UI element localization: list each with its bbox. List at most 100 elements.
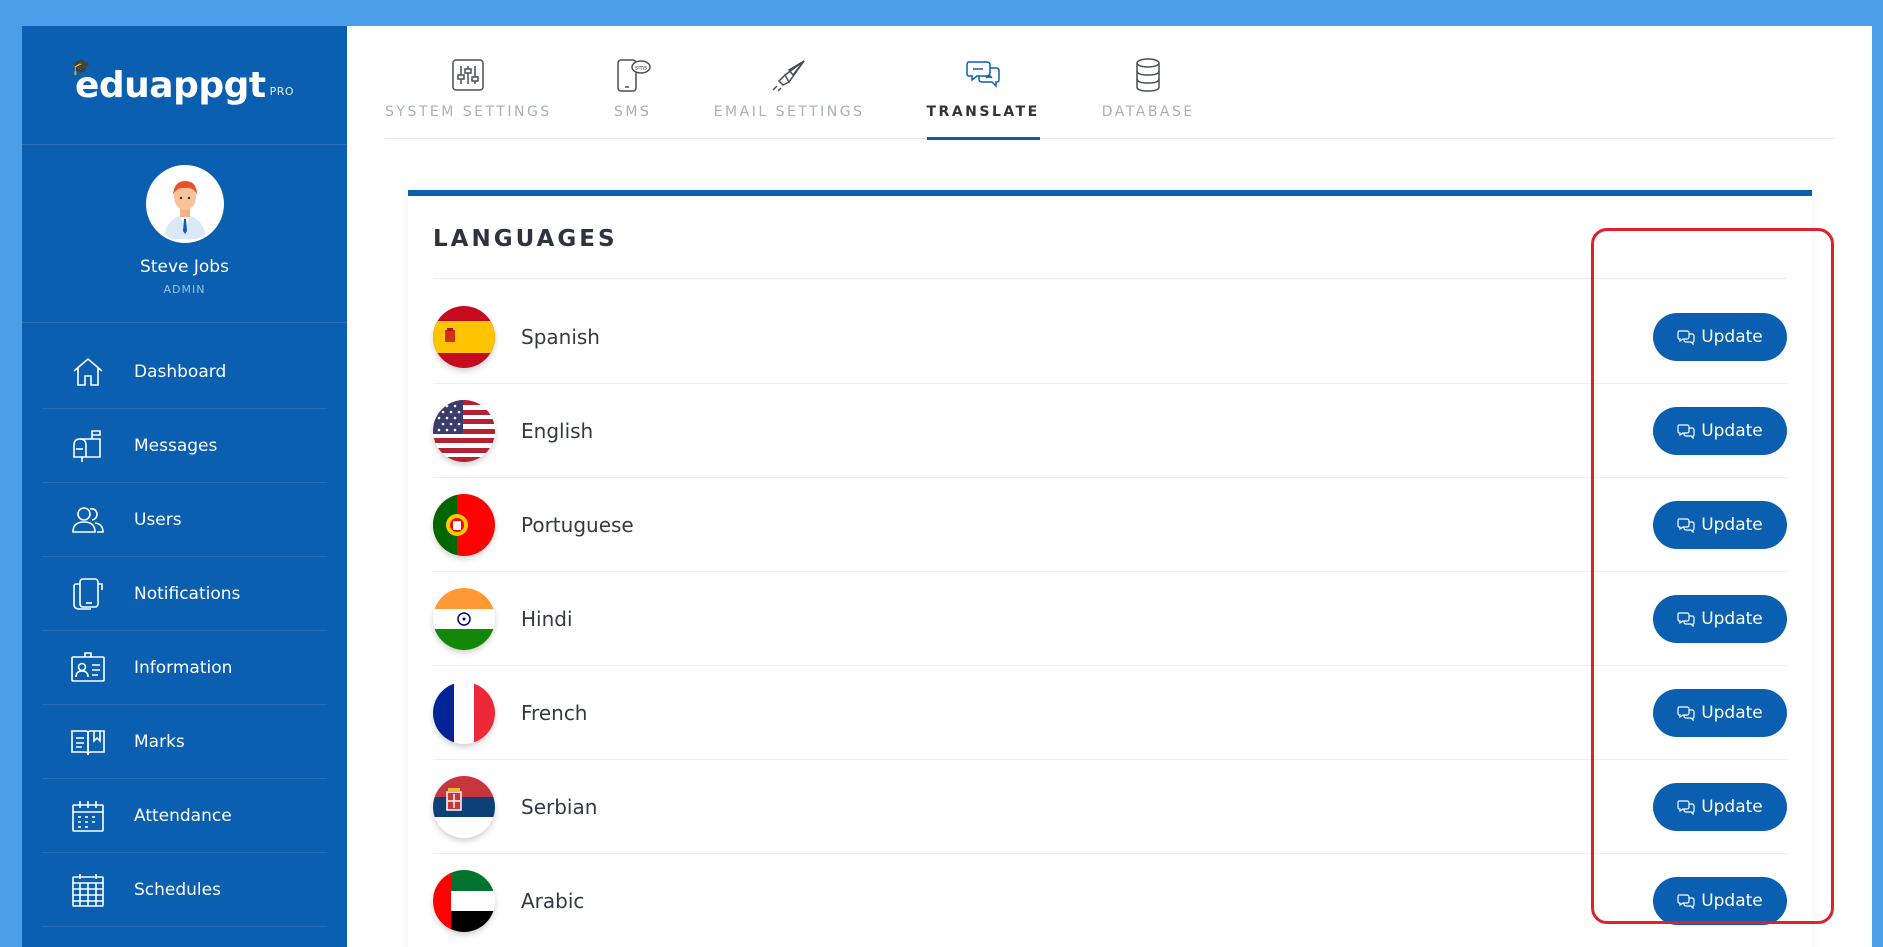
settings-tabs: SYSTEM SETTINGS sms SMS EMAIL SETTINGS T… xyxy=(385,26,1835,140)
database-icon xyxy=(1129,56,1167,94)
language-name: Serbian xyxy=(521,794,598,819)
book-icon xyxy=(70,724,106,760)
card-title: LANGUAGES xyxy=(433,226,618,252)
notifications-icon xyxy=(70,576,106,612)
sidebar: 🎓 eduappgt PRO Steve Jobs ADMIN Dashboar… xyxy=(22,26,347,947)
update-button-label: Update xyxy=(1701,514,1763,535)
users-icon xyxy=(70,502,106,538)
sidebar-item-label: Notifications xyxy=(134,583,241,604)
sliders-icon xyxy=(449,56,487,94)
language-row-serbian: Serbian Update xyxy=(433,760,1787,854)
sidebar-item-label: Marks xyxy=(134,731,185,752)
profile-role: ADMIN xyxy=(163,283,206,296)
update-button-portuguese[interactable]: Update xyxy=(1653,500,1787,549)
sidebar-item-information[interactable]: Information xyxy=(42,631,327,705)
serbia-flag-icon xyxy=(433,775,495,838)
update-button-arabic[interactable]: Update xyxy=(1653,876,1787,925)
translate-icon xyxy=(1677,610,1697,628)
update-button-label: Update xyxy=(1701,702,1763,723)
usa-flag-icon xyxy=(433,399,495,462)
portugal-flag-icon xyxy=(433,493,495,556)
spain-flag-icon xyxy=(433,305,495,368)
chat-bubbles-icon xyxy=(964,56,1002,94)
logo[interactable]: 🎓 eduappgt PRO xyxy=(70,56,295,106)
main-content: SYSTEM SETTINGS sms SMS EMAIL SETTINGS T… xyxy=(347,26,1872,947)
language-name: Hindi xyxy=(521,606,573,631)
update-button-french[interactable]: Update xyxy=(1653,688,1787,737)
sidebar-item-marks[interactable]: Marks xyxy=(42,705,327,779)
language-row-spanish: Spanish Update xyxy=(433,290,1787,384)
update-button-english[interactable]: Update xyxy=(1653,406,1787,455)
schedule-grid-icon xyxy=(70,872,106,908)
tab-label: TRANSLATE xyxy=(926,104,1040,120)
language-row-hindi: Hindi Update xyxy=(433,572,1787,666)
languages-card: LANGUAGES Spanish Update English Update … xyxy=(408,190,1812,947)
profile-panel: Steve Jobs ADMIN xyxy=(22,145,347,323)
language-list: Spanish Update English Update Portuguese… xyxy=(433,290,1787,947)
translate-icon xyxy=(1677,422,1697,440)
india-flag-icon xyxy=(433,587,495,650)
tab-label: SYSTEM SETTINGS xyxy=(385,104,552,120)
sidebar-item-schedules[interactable]: Schedules xyxy=(42,853,327,927)
sidebar-nav: Dashboard Messages Users Notifications I… xyxy=(22,335,347,927)
translate-icon xyxy=(1677,516,1697,534)
uae-flag-icon xyxy=(433,869,495,932)
language-row-french: French Update xyxy=(433,666,1787,760)
calendar-icon xyxy=(70,798,106,834)
update-button-spanish[interactable]: Update xyxy=(1653,312,1787,361)
language-name: Arabic xyxy=(521,888,585,913)
language-name: French xyxy=(521,700,588,725)
sms-phone-icon: sms xyxy=(614,56,652,94)
id-card-icon xyxy=(70,650,106,686)
home-icon xyxy=(70,354,106,390)
tab-email-settings[interactable]: EMAIL SETTINGS xyxy=(714,26,865,139)
france-flag-icon xyxy=(433,681,495,744)
tab-label: EMAIL SETTINGS xyxy=(713,104,865,120)
sidebar-item-dashboard[interactable]: Dashboard xyxy=(42,335,327,409)
language-row-english: English Update xyxy=(433,384,1787,478)
sidebar-item-attendance[interactable]: Attendance xyxy=(42,779,327,853)
avatar-person-icon xyxy=(149,169,220,239)
update-button-label: Update xyxy=(1701,608,1763,629)
sidebar-item-label: Information xyxy=(134,657,233,678)
update-button-hindi[interactable]: Update xyxy=(1653,594,1787,643)
sidebar-item-label: Schedules xyxy=(134,879,221,900)
app-window: 🎓 eduappgt PRO Steve Jobs ADMIN Dashboar… xyxy=(22,26,1872,947)
update-button-label: Update xyxy=(1701,326,1763,347)
tab-database[interactable]: DATABASE xyxy=(1102,26,1195,139)
sidebar-item-messages[interactable]: Messages xyxy=(42,409,327,483)
language-row-portuguese: Portuguese Update xyxy=(433,478,1787,572)
language-name: Portuguese xyxy=(521,512,634,537)
tab-label: SMS xyxy=(614,104,652,120)
tab-label: DATABASE xyxy=(1101,104,1195,120)
send-icon xyxy=(770,56,808,94)
sidebar-item-users[interactable]: Users xyxy=(42,483,327,557)
divider xyxy=(433,278,1787,279)
profile-name: Steve Jobs xyxy=(140,257,229,277)
logo-text: 🎓 eduappgt xyxy=(70,56,266,106)
sidebar-item-notifications[interactable]: Notifications xyxy=(42,557,327,631)
graduation-cap-icon: 🎓 xyxy=(70,56,91,76)
tab-translate[interactable]: TRANSLATE xyxy=(926,26,1041,140)
translate-icon xyxy=(1677,704,1697,722)
logo-suffix: PRO xyxy=(269,84,295,98)
tab-system-settings[interactable]: SYSTEM SETTINGS xyxy=(385,26,552,139)
translate-icon xyxy=(1677,892,1697,910)
avatar[interactable] xyxy=(145,165,224,243)
sidebar-item-label: Dashboard xyxy=(134,361,227,382)
update-button-label: Update xyxy=(1701,890,1763,911)
tab-sms[interactable]: sms SMS xyxy=(614,26,652,139)
language-name: Spanish xyxy=(521,324,600,349)
mailbox-icon xyxy=(70,428,106,464)
update-button-label: Update xyxy=(1701,796,1763,817)
translate-icon xyxy=(1677,328,1697,346)
language-name: English xyxy=(521,418,594,443)
logo-area: 🎓 eduappgt PRO xyxy=(22,26,347,145)
sidebar-item-label: Users xyxy=(134,509,182,530)
translate-icon xyxy=(1677,798,1697,816)
svg-text:sms: sms xyxy=(635,65,647,72)
update-button-serbian[interactable]: Update xyxy=(1653,782,1787,831)
update-button-label: Update xyxy=(1701,420,1763,441)
sidebar-item-label: Attendance xyxy=(134,805,232,826)
language-row-arabic: Arabic Update xyxy=(433,854,1787,947)
